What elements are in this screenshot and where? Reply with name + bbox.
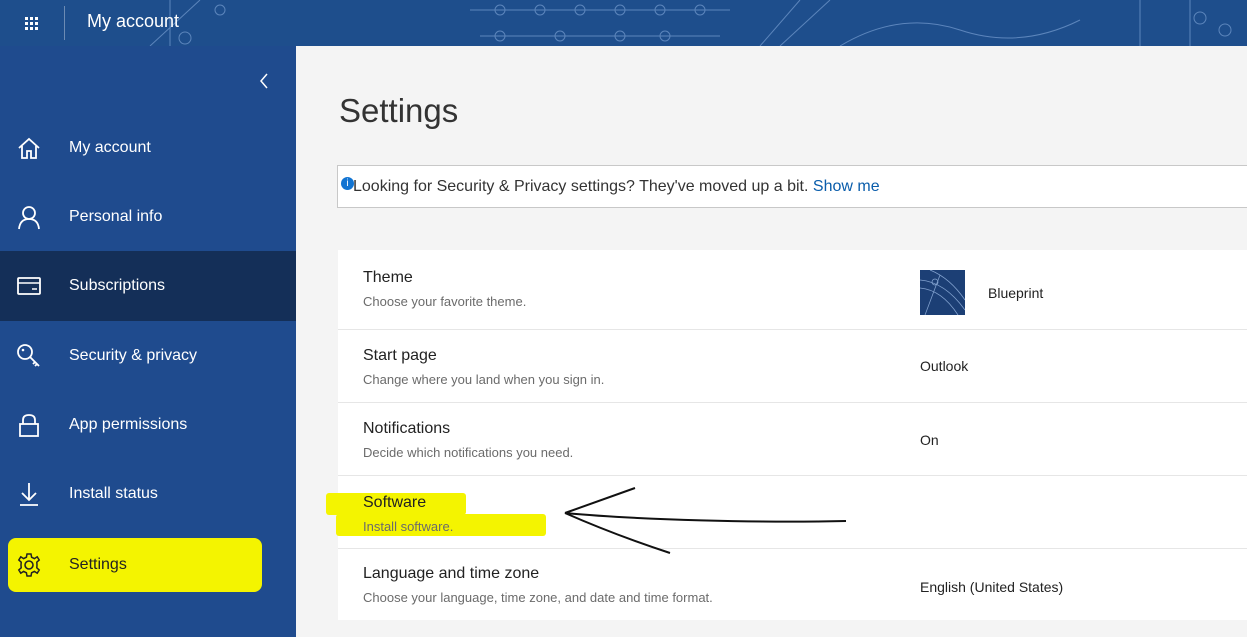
setting-value: On (920, 432, 939, 448)
home-icon (18, 137, 40, 159)
key-icon (17, 344, 40, 367)
sidebar-item-label: Subscriptions (69, 277, 166, 294)
top-bar: My account (0, 0, 1247, 46)
setting-row-theme[interactable]: Theme Choose your favorite theme. Bluepr… (338, 250, 1247, 330)
sidebar-item-app-permissions[interactable]: App permissions (0, 390, 296, 460)
setting-row-language-time-zone[interactable]: Language and time zone Choose your langu… (338, 549, 1247, 620)
setting-value: Blueprint (988, 285, 1044, 301)
setting-title: Theme (363, 269, 413, 286)
person-icon (18, 206, 40, 230)
setting-description: Choose your favorite theme. (363, 294, 527, 309)
sidebar: My account Personal info Subscriptions S… (0, 46, 296, 637)
setting-value: Outlook (920, 358, 969, 374)
info-message-text: Looking for Security & Privacy settings?… (353, 178, 809, 195)
download-icon (20, 483, 38, 506)
info-banner: i Looking for Security & Privacy setting… (337, 165, 1247, 208)
sidebar-item-label: Security & privacy (69, 347, 198, 364)
gear-icon (17, 553, 41, 577)
setting-value: English (United States) (920, 579, 1064, 595)
setting-row-start-page[interactable]: Start page Change where you land when yo… (338, 330, 1247, 403)
setting-row-notifications[interactable]: Notifications Decide which notifications… (338, 403, 1247, 476)
page-title: Settings (339, 92, 459, 129)
blueprint-thumbnail-image (920, 270, 965, 315)
blueprint-banner (149, 0, 1232, 46)
setting-title: Software (363, 494, 427, 511)
setting-title: Language and time zone (363, 565, 540, 582)
setting-row-software[interactable]: Software Install software. (326, 476, 1247, 549)
setting-description: Change where you land when you sign in. (363, 372, 605, 387)
header-divider (64, 6, 65, 40)
card-icon (17, 277, 41, 295)
main-content: Settings i Looking for Security & Privac… (296, 46, 1247, 637)
sidebar-item-personal-info[interactable]: Personal info (0, 182, 296, 252)
sidebar-item-security-privacy[interactable]: Security & privacy (0, 321, 296, 391)
settings-list: Theme Choose your favorite theme. Bluepr… (326, 250, 1247, 620)
sidebar-item-label: My account (69, 139, 151, 156)
show-me-link[interactable]: Show me (813, 178, 880, 195)
app-launcher-button[interactable] (0, 0, 62, 46)
sidebar-item-label: App permissions (69, 416, 188, 433)
collapse-sidebar-button[interactable] (252, 66, 276, 96)
setting-title: Start page (363, 347, 437, 364)
lock-icon (19, 414, 39, 437)
sidebar-item-label: Install status (69, 485, 158, 502)
setting-description: Choose your language, time zone, and dat… (363, 590, 713, 605)
chevron-left-icon (260, 73, 268, 89)
waffle-icon (24, 16, 38, 30)
sidebar-item-install-status[interactable]: Install status (0, 459, 296, 529)
app-title[interactable]: My account (87, 8, 179, 34)
theme-thumbnail (920, 270, 965, 315)
setting-description: Install software. (363, 519, 454, 534)
setting-description: Decide which notifications you need. (363, 445, 574, 460)
sidebar-item-label: Settings (69, 556, 127, 573)
sidebar-item-label: Personal info (69, 208, 163, 225)
sidebar-item-subscriptions[interactable]: Subscriptions (0, 251, 296, 321)
setting-title: Notifications (363, 420, 451, 437)
sidebar-item-my-account[interactable]: My account (0, 113, 296, 183)
sidebar-item-settings[interactable]: Settings (0, 530, 296, 600)
info-message: Looking for Security & Privacy settings?… (353, 178, 880, 196)
